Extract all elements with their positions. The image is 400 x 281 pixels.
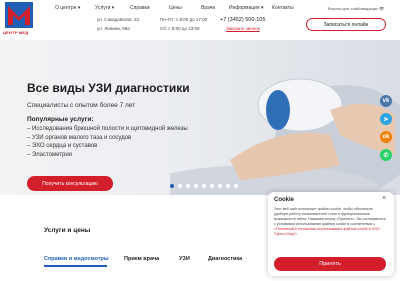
nav-item-contacts[interactable]: Контакты (272, 5, 294, 11)
cookie-text: Этот веб-сайт использует файлы cookie, ч… (274, 207, 386, 237)
tab-doctor-appointment[interactable]: Прием врача (124, 256, 159, 262)
callback-link[interactable]: Заказать звонок (226, 26, 260, 31)
whatsapp-icon[interactable]: ✆ (380, 149, 392, 161)
cookie-description: Этот веб-сайт использует файлы cookie, ч… (274, 207, 386, 226)
logo[interactable]: ЦЕНТР МЕД (0, 0, 40, 40)
nav-item-prices[interactable]: Цены (169, 5, 182, 11)
nav-item-doctors[interactable]: Врачи (201, 5, 215, 11)
logo-text: ЦЕНТР МЕД (3, 30, 29, 35)
address-2: ул. Ленина, 69а (97, 26, 130, 31)
tab-diagnostics[interactable]: Диагностика (208, 256, 242, 262)
vk-icon[interactable]: vk (380, 95, 392, 107)
hero-image (170, 78, 400, 195)
hours-2: Сб: с 8:00 до 13:00 (160, 26, 200, 31)
phone-number[interactable]: +7 (3452) 500-105 (220, 17, 265, 23)
nav-item-info[interactable]: Информация ▾ (229, 5, 264, 11)
vision-mode-link[interactable]: Версия для слабовидящих 👁 (328, 6, 384, 11)
list-item: – ЭХО сердца и суставов (27, 143, 98, 149)
hero-slider: Все виды УЗИ диагностики Специалисты с о… (0, 40, 400, 195)
slider-dot[interactable] (170, 184, 174, 188)
slider-dot[interactable] (178, 184, 182, 188)
address-1: ул. Сакадовская, 23 (97, 17, 139, 22)
services-prices-title: Услуги и цены (44, 227, 91, 234)
cookie-title: Cookie (274, 197, 295, 203)
telegram-icon[interactable]: ➤ (380, 113, 392, 125)
logo-icon (5, 2, 33, 28)
slider-dot[interactable] (210, 184, 214, 188)
tab-certificates[interactable]: Справки и медосмотры (44, 256, 109, 262)
active-tab-indicator (44, 265, 107, 267)
nav-item-about[interactable]: О центре ▾ (55, 5, 80, 11)
slider-dot[interactable] (218, 184, 222, 188)
nav-item-services[interactable]: Услуги ▾ (95, 5, 114, 11)
hero-title: Все виды УЗИ диагностики (27, 81, 190, 95)
hero-subtitle: Специалисты с опытом более 7 лет (27, 102, 136, 109)
signup-online-button[interactable]: Записаться онлайн (306, 18, 386, 31)
slider-dot[interactable] (202, 184, 206, 188)
hours-1: Пн–Пт: с 8:00 до 17:00 (160, 17, 208, 22)
cookie-banner: Cookie × Этот веб-сайт использует файлы … (268, 192, 394, 276)
accept-cookie-button[interactable]: Принять (274, 257, 386, 271)
close-icon[interactable]: × (382, 195, 386, 202)
popular-services-list: – Исследования брюшной полости и щитовид… (27, 125, 188, 159)
list-item: – Исследования брюшной полости и щитовид… (27, 126, 188, 132)
nav-item-certificates[interactable]: Справки (130, 5, 150, 11)
list-item: – Эластометрия (27, 151, 72, 158)
cookie-policy-link[interactable]: «Политикой в отношении использования фай… (274, 227, 380, 236)
get-consultation-button[interactable]: Получить консультацию (27, 176, 113, 191)
odnoklassniki-icon[interactable]: ok (380, 131, 392, 143)
site-header: ЦЕНТР МЕД О центре ▾ Услуги ▾ Справки Це… (0, 0, 400, 40)
tab-ultrasound[interactable]: УЗИ (179, 256, 190, 262)
slider-dot[interactable] (186, 184, 190, 188)
slider-dot[interactable] (194, 184, 198, 188)
slider-dot[interactable] (226, 184, 230, 188)
popular-services-title: Популярные услуги: (27, 116, 94, 123)
slider-dot[interactable] (234, 184, 238, 188)
list-item: – УЗИ органов малого таза и сосудов (27, 134, 132, 141)
